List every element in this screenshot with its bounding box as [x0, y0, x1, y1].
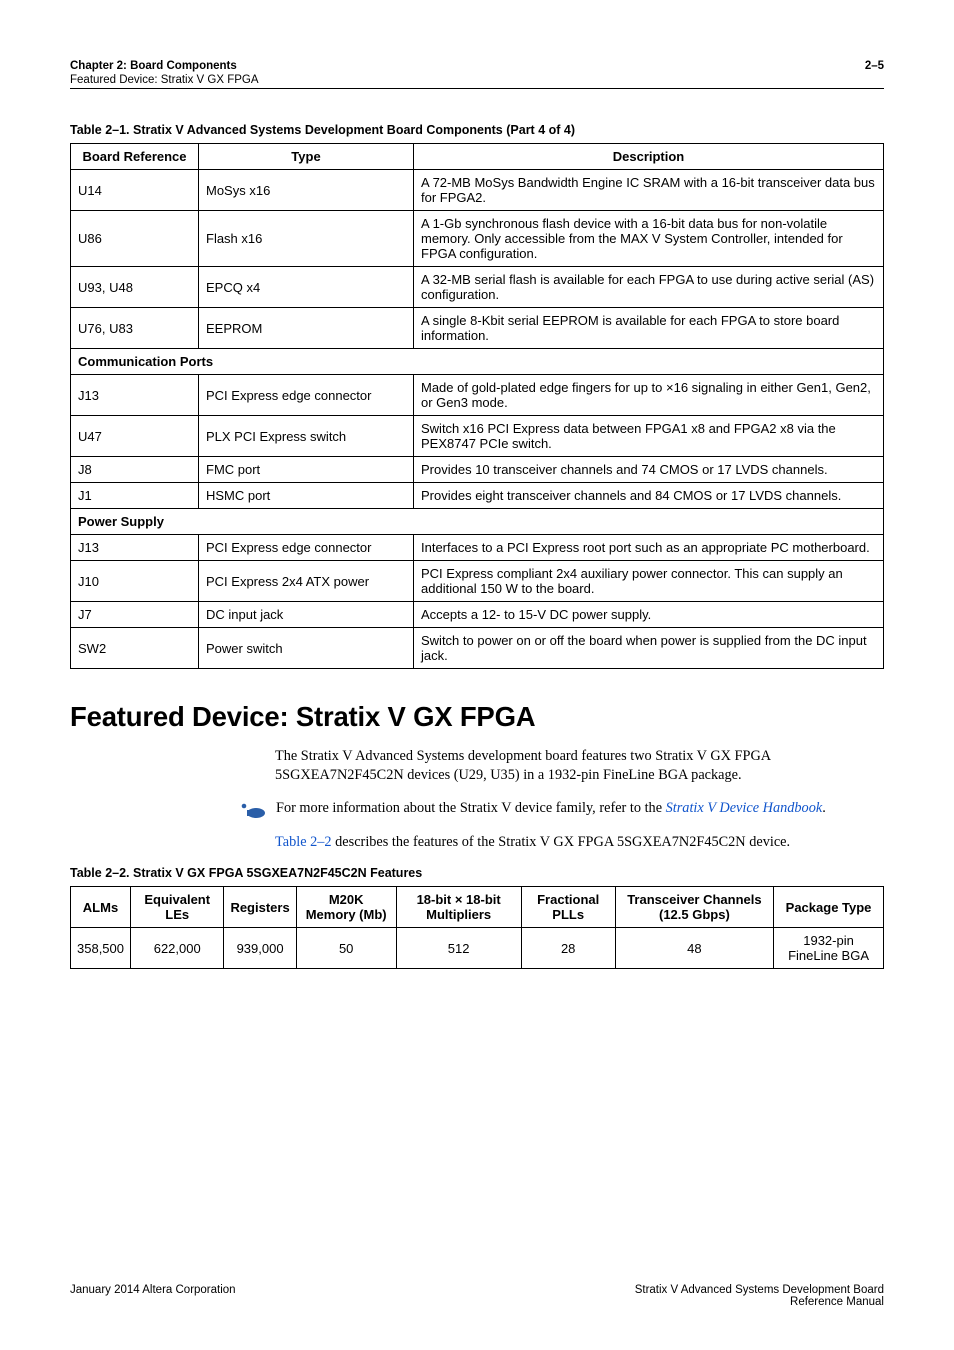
page-number: 2–5: [865, 60, 884, 86]
table-row: U93, U48 EPCQ x4 A 32-MB serial flash is…: [71, 267, 884, 308]
cell-ref: J7: [71, 602, 199, 628]
section-power-supply: Power Supply: [71, 509, 884, 535]
cell-ref: U14: [71, 170, 199, 211]
table-row: U86 Flash x16 A 1-Gb synchronous flash d…: [71, 211, 884, 267]
hand-point-icon: [240, 801, 266, 819]
cell-desc: Switch to power on or off the board when…: [414, 628, 884, 669]
th-registers: Registers: [224, 887, 296, 928]
cell-desc: Switch x16 PCI Express data between FPGA…: [414, 416, 884, 457]
table-row: U76, U83 EEPROM A single 8-Kbit serial E…: [71, 308, 884, 349]
cell-desc: A 72-MB MoSys Bandwidth Engine IC SRAM w…: [414, 170, 884, 211]
cell-desc: PCI Express compliant 2x4 auxiliary powe…: [414, 561, 884, 602]
table-row: J10 PCI Express 2x4 ATX power PCI Expres…: [71, 561, 884, 602]
header-subtitle: Featured Device: Stratix V GX FPGA: [70, 74, 259, 86]
cell-ref: U76, U83: [71, 308, 199, 349]
th-alms: ALMs: [71, 887, 131, 928]
cell-type: PCI Express 2x4 ATX power: [199, 561, 414, 602]
table-row: J7 DC input jack Accepts a 12- to 15-V D…: [71, 602, 884, 628]
table-section-row: Power Supply: [71, 509, 884, 535]
header-left: Chapter 2: Board Components Featured Dev…: [70, 60, 259, 86]
th-board-reference: Board Reference: [71, 144, 199, 170]
table2-intro-text: describes the features of the Stratix V …: [332, 834, 791, 850]
cell-desc: A single 8-Kbit serial EEPROM is availab…: [414, 308, 884, 349]
cell-ref: U47: [71, 416, 199, 457]
th-plls: Fractional PLLs: [521, 887, 615, 928]
note-text: For more information about the Stratix V…: [276, 799, 826, 818]
th-description: Description: [414, 144, 884, 170]
cell-desc: Provides 10 transceiver channels and 74 …: [414, 457, 884, 483]
reference-note: For more information about the Stratix V…: [240, 799, 884, 819]
note-pre: For more information about the Stratix V…: [276, 800, 666, 816]
cell-regs: 939,000: [224, 928, 296, 969]
cell-les: 622,000: [131, 928, 224, 969]
cell-type: EPCQ x4: [199, 267, 414, 308]
section-communication-ports: Communication Ports: [71, 349, 884, 375]
cell-desc: Interfaces to a PCI Express root port su…: [414, 535, 884, 561]
cell-desc: Accepts a 12- to 15-V DC power supply.: [414, 602, 884, 628]
table-row: J13 PCI Express edge connector Made of g…: [71, 375, 884, 416]
cell-alms: 358,500: [71, 928, 131, 969]
cell-type: DC input jack: [199, 602, 414, 628]
cell-type: PCI Express edge connector: [199, 535, 414, 561]
cell-desc: A 32-MB serial flash is available for ea…: [414, 267, 884, 308]
cell-mult: 512: [396, 928, 521, 969]
table2-intro: Table 2–2 describes the features of the …: [275, 833, 884, 852]
table-section-row: Communication Ports: [71, 349, 884, 375]
th-transceiver: Transceiver Channels (12.5 Gbps): [615, 887, 773, 928]
table-row: J8 FMC port Provides 10 transceiver chan…: [71, 457, 884, 483]
cell-ref: J13: [71, 375, 199, 416]
cell-ref: U93, U48: [71, 267, 199, 308]
cell-desc: Provides eight transceiver channels and …: [414, 483, 884, 509]
components-table: Board Reference Type Description U14 MoS…: [70, 143, 884, 669]
table2-ref-link[interactable]: Table 2–2: [275, 834, 332, 850]
cell-desc: Made of gold-plated edge fingers for up …: [414, 375, 884, 416]
cell-ref: J10: [71, 561, 199, 602]
footer-doc-title: Stratix V Advanced Systems Development B…: [635, 1284, 884, 1296]
cell-ref: U86: [71, 211, 199, 267]
intro-paragraph: The Stratix V Advanced Systems developme…: [275, 747, 884, 785]
handbook-link[interactable]: Stratix V Device Handbook: [666, 800, 823, 816]
table-row: U47 PLX PCI Express switch Switch x16 PC…: [71, 416, 884, 457]
cell-type: Flash x16: [199, 211, 414, 267]
table-row: J13 PCI Express edge connector Interface…: [71, 535, 884, 561]
features-table: ALMs Equivalent LEs Registers M20K Memor…: [70, 886, 884, 969]
table-row: U14 MoSys x16 A 72-MB MoSys Bandwidth En…: [71, 170, 884, 211]
page-header: Chapter 2: Board Components Featured Dev…: [70, 60, 884, 89]
cell-type: FMC port: [199, 457, 414, 483]
footer-right: Stratix V Advanced Systems Development B…: [635, 1284, 884, 1308]
table-row: SW2 Power switch Switch to power on or o…: [71, 628, 884, 669]
cell-desc: A 1-Gb synchronous flash device with a 1…: [414, 211, 884, 267]
cell-type: MoSys x16: [199, 170, 414, 211]
th-m20k: M20K Memory (Mb): [296, 887, 396, 928]
cell-ref: J1: [71, 483, 199, 509]
cell-ref: J13: [71, 535, 199, 561]
th-type: Type: [199, 144, 414, 170]
cell-type: EEPROM: [199, 308, 414, 349]
th-les: Equivalent LEs: [131, 887, 224, 928]
note-post: .: [822, 800, 826, 816]
cell-type: HSMC port: [199, 483, 414, 509]
cell-plls: 28: [521, 928, 615, 969]
cell-ref: J8: [71, 457, 199, 483]
footer-left: January 2014 Altera Corporation: [70, 1284, 236, 1308]
cell-xcvr: 48: [615, 928, 773, 969]
page-footer: January 2014 Altera Corporation Stratix …: [70, 1284, 884, 1308]
cell-type: PCI Express edge connector: [199, 375, 414, 416]
th-multipliers: 18-bit × 18-bit Multipliers: [396, 887, 521, 928]
cell-ref: SW2: [71, 628, 199, 669]
footer-doc-subtitle: Reference Manual: [790, 1296, 884, 1308]
table1-caption: Table 2–1. Stratix V Advanced Systems De…: [70, 123, 884, 137]
cell-pkg: 1932-pin FineLine BGA: [774, 928, 884, 969]
cell-type: Power switch: [199, 628, 414, 669]
th-package: Package Type: [774, 887, 884, 928]
table-row: J1 HSMC port Provides eight transceiver …: [71, 483, 884, 509]
table-row: 358,500 622,000 939,000 50 512 28 48 193…: [71, 928, 884, 969]
cell-m20k: 50: [296, 928, 396, 969]
cell-type: PLX PCI Express switch: [199, 416, 414, 457]
chapter-label: Chapter 2: Board Components: [70, 60, 237, 72]
page-title: Featured Device: Stratix V GX FPGA: [70, 701, 884, 733]
table2-caption: Table 2–2. Stratix V GX FPGA 5SGXEA7N2F4…: [70, 866, 884, 880]
